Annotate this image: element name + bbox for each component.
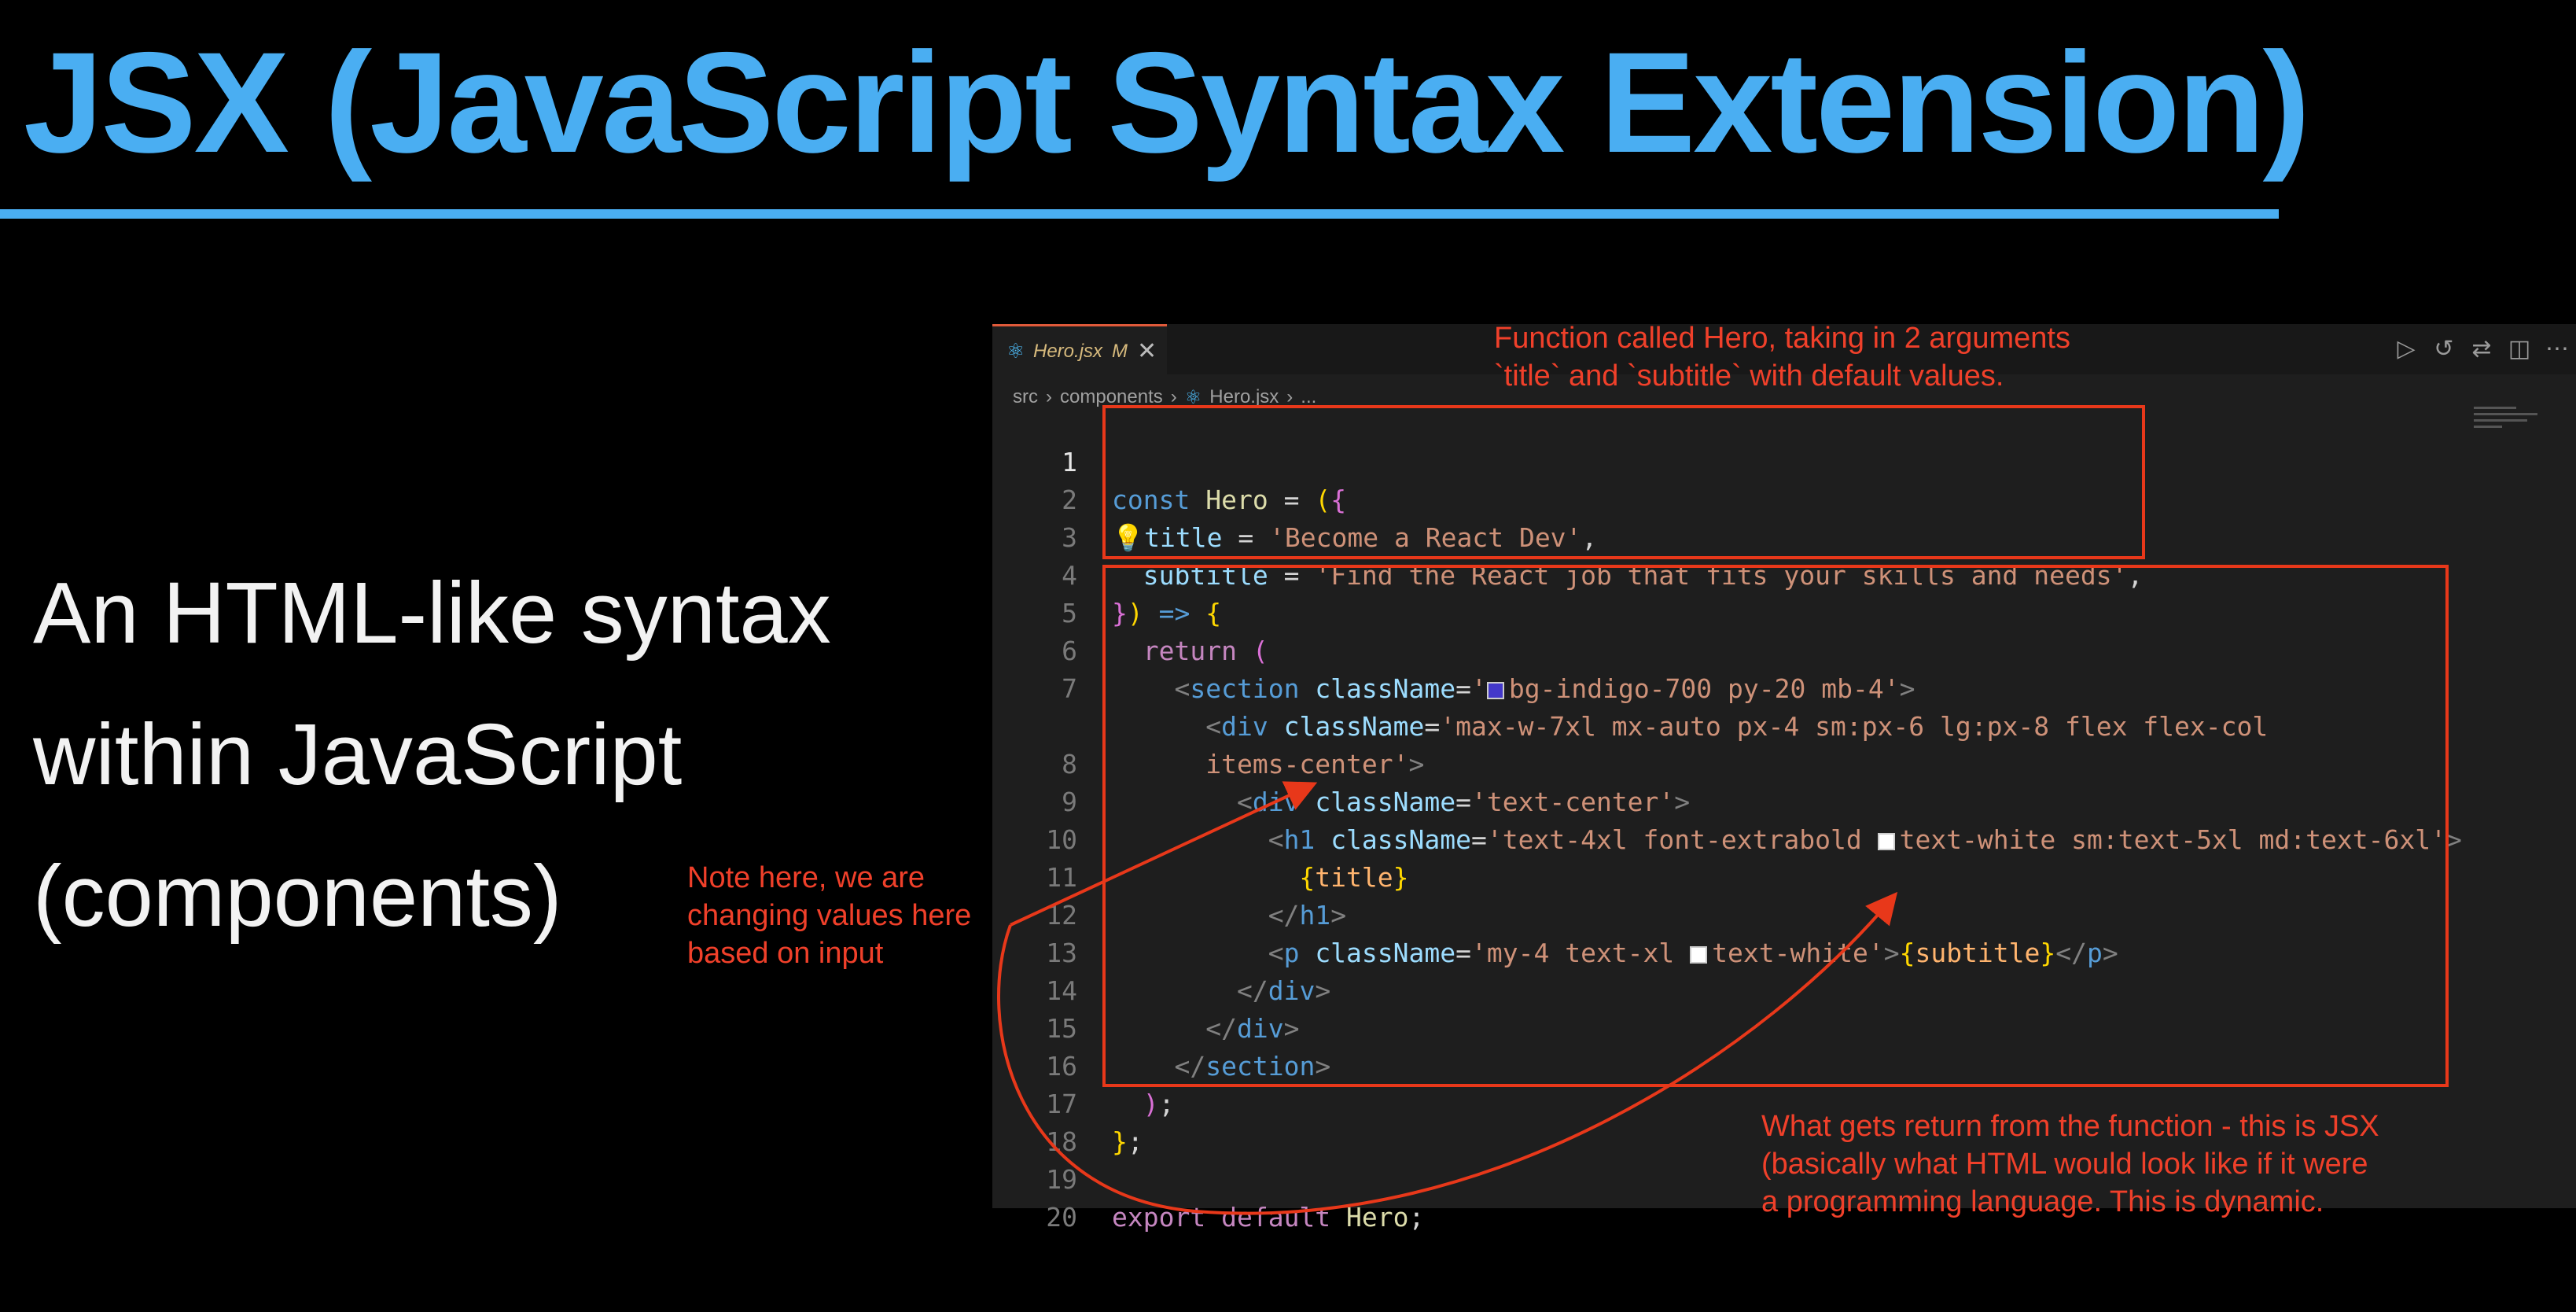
arrow-to-title xyxy=(1010,781,1318,927)
annotation-arrows xyxy=(997,781,1898,1215)
arrow-to-subtitle xyxy=(997,891,1898,1215)
